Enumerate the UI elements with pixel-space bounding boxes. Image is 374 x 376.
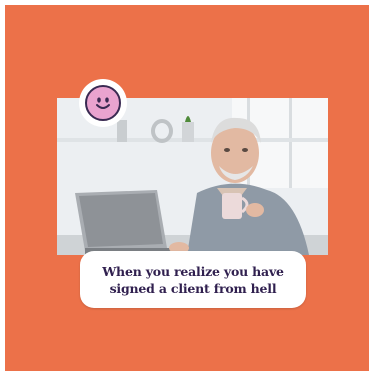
caption-line-1: When you realize you have: [102, 263, 284, 279]
meme-canvas: When you realize you have signed a clien…: [5, 5, 369, 371]
smiley-face-icon: [85, 85, 121, 121]
caption-box: When you realize you have signed a clien…: [80, 251, 306, 308]
smiley-sticker: [79, 79, 127, 127]
caption-line-2: signed a client from hell: [109, 280, 277, 296]
